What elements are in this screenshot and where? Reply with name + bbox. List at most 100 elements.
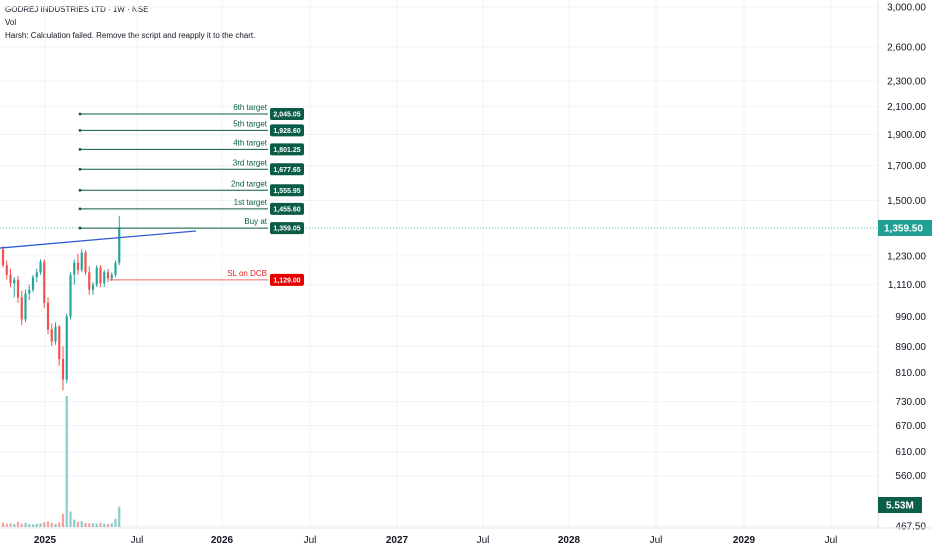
grid [0,0,878,528]
candle[interactable] [13,277,16,298]
candle[interactable] [58,325,61,366]
candle[interactable] [76,253,80,275]
y-tick-label: 467.50 [895,522,926,533]
volume-bar [35,523,38,527]
candle[interactable] [39,259,42,275]
volume-bar [13,524,16,527]
candle[interactable] [24,289,27,323]
candle[interactable] [65,313,68,384]
candle[interactable] [46,297,50,334]
candle-body [99,267,102,284]
candle-body [28,289,31,294]
target-label: 6th target [233,103,268,112]
candle-body [13,279,16,284]
candle-body [50,329,53,342]
target-levels[interactable]: 6th target 2,045.05 5th target 1,928.60 4th … [78,103,304,235]
candle[interactable] [35,268,38,283]
target-label: Buy at [244,217,267,226]
price-chart[interactable]: 3,000.00 2,600.00 2,300.00 2,100.00 1,900.00… [0,0,932,550]
candle[interactable] [69,272,72,320]
candle-body [80,252,83,270]
y-tick-label: 610.00 [895,447,926,458]
y-tick-label: 1,110.00 [888,280,927,291]
candle[interactable] [106,268,110,283]
candle[interactable] [1,245,5,268]
volume-bar [39,523,42,527]
stop-loss-level[interactable]: SL on DCB 1,129.00 [109,269,304,286]
candle[interactable] [95,265,98,288]
candle[interactable] [91,282,95,295]
resistance-trendline[interactable] [0,230,197,249]
y-tick-label: 990.00 [895,312,926,323]
target-price-value: 1,801.25 [273,147,300,154]
candle-body [118,227,121,263]
candle-body [20,297,23,320]
candle-body [95,267,98,285]
target-price-value: 2,045.05 [273,111,300,118]
candle[interactable] [5,260,8,280]
y-tick-label: 1,230.00 [887,251,926,262]
candle[interactable] [99,265,102,288]
price-axis[interactable]: 3,000.00 2,600.00 2,300.00 2,100.00 1,900.00… [877,0,927,533]
candle[interactable] [43,259,46,309]
target-price-value: 1,928.60 [273,128,300,135]
x-tick-label: 2029 [733,535,756,546]
y-tick-label: 1,500.00 [887,196,926,207]
volume-bar [114,518,117,527]
candle-body [9,274,12,284]
candle[interactable] [28,284,31,301]
volume-bar [99,522,102,527]
volume-series [1,396,121,527]
stop-loss-value: 1,129.00 [273,277,300,284]
candle[interactable] [16,275,20,303]
y-tick-label: 3,000.00 [887,3,926,14]
target-price-value: 1,555.95 [273,188,300,195]
target-level[interactable]: 2nd target 1,555.95 [78,179,304,197]
y-tick-label: 1,700.00 [887,161,926,172]
volume-bar [91,523,95,527]
candle[interactable] [88,266,91,295]
y-tick-label: 2,100.00 [887,102,926,113]
candle[interactable] [50,323,53,347]
volume-bar [50,522,53,527]
target-label: 3rd target [233,158,268,167]
target-level[interactable]: 6th target 2,045.05 [78,103,304,120]
candle-body [114,262,117,275]
x-tick-label: Jul [304,535,317,546]
x-tick-label: 2025 [34,535,57,546]
candle-body [103,272,106,284]
candle[interactable] [20,290,23,326]
y-tick-label: 670.00 [895,421,926,432]
volume-bar [106,524,110,527]
volume-bar [95,523,98,527]
target-level[interactable]: 4th target 1,801.25 [78,138,304,156]
current-volume-value: 5.53M [886,501,914,512]
volume-bar [103,523,106,527]
candle[interactable] [114,260,117,278]
y-tick-label: 2,300.00 [887,77,926,88]
candle-body [65,316,68,380]
volume-bar [46,521,50,527]
candle[interactable] [118,215,121,266]
y-tick-label: 1,900.00 [887,130,926,141]
target-price-value: 1,455.60 [273,206,300,213]
y-tick-label: 810.00 [895,368,926,379]
volume-bar [20,523,23,527]
candle[interactable] [54,322,57,345]
target-level[interactable]: 3rd target 1,677.65 [78,158,304,176]
target-label: 2nd target [231,179,268,188]
volume-bar [118,506,121,527]
candle-series[interactable] [1,215,121,391]
candle[interactable] [61,346,65,391]
volume-bar [9,523,12,527]
candle[interactable] [31,274,35,293]
time-axis[interactable]: 2025 Jul 2026 Jul 2027 Jul 2028 Jul 2029 Jul [0,527,932,546]
x-tick-label: Jul [825,535,838,546]
candle[interactable] [73,259,76,285]
x-tick-label: Jul [131,535,144,546]
candle[interactable] [84,250,87,275]
target-level[interactable]: 5th target 1,928.60 [78,119,304,137]
volume-bar [61,513,65,527]
current-volume-badge: 5.53M [878,497,922,513]
candle[interactable] [80,249,83,273]
